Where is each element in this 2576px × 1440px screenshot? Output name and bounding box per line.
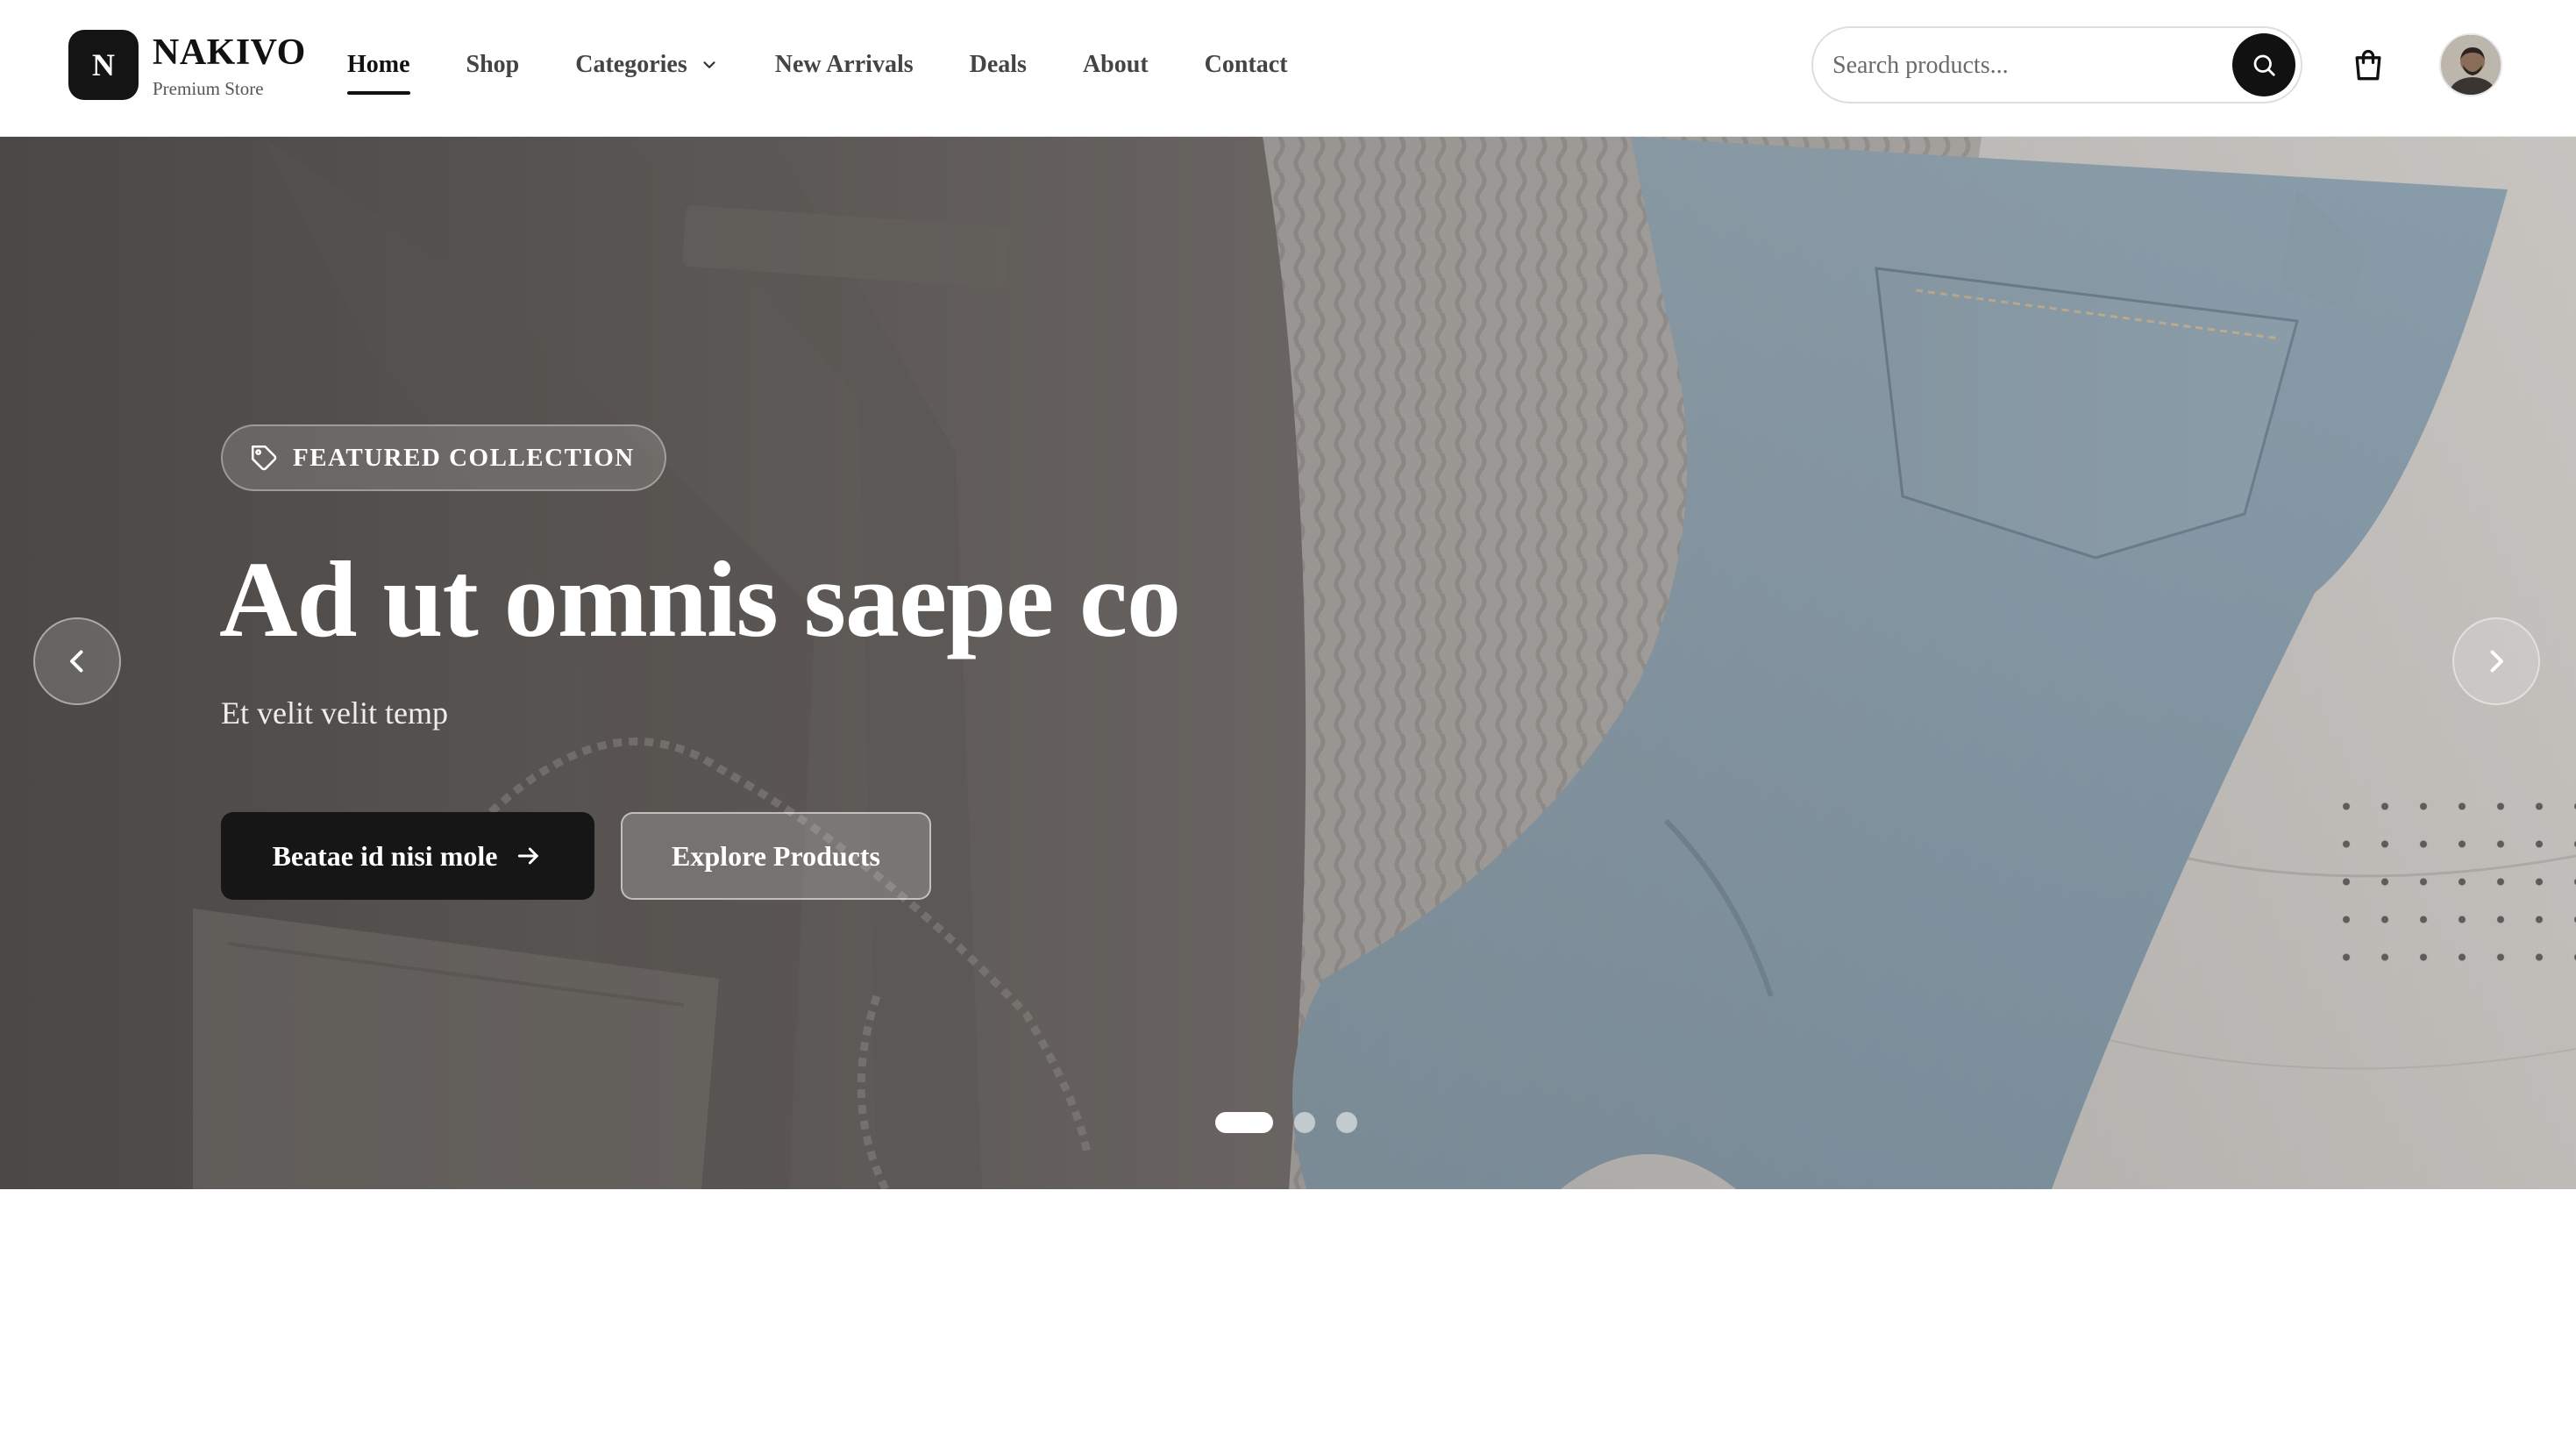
carousel-dot-3[interactable] xyxy=(1336,1112,1357,1133)
carousel-next-button[interactable] xyxy=(2452,617,2540,705)
nav-about[interactable]: About xyxy=(1083,47,1149,82)
chevron-left-icon xyxy=(70,650,83,673)
avatar-image xyxy=(2441,35,2501,95)
hero-primary-button[interactable]: Beatae id nisi mole xyxy=(221,812,594,900)
featured-badge-label: FEATURED COLLECTION xyxy=(293,443,635,472)
shopping-bag-icon xyxy=(2355,49,2381,81)
search-bar xyxy=(1811,26,2302,103)
hero-carousel: FEATURED COLLECTION Ad ut omnis saepe co… xyxy=(0,137,2576,1189)
nav-home[interactable]: Home xyxy=(347,47,410,95)
chevron-right-icon xyxy=(2490,650,2503,673)
site-header: N NAKIVO Premium Store Home Shop Categor… xyxy=(0,0,2576,137)
logo-mark[interactable]: N xyxy=(68,30,139,100)
nav-categories-label: Categories xyxy=(575,51,687,78)
brand-tagline: Premium Store xyxy=(153,78,264,99)
cart-button[interactable] xyxy=(2346,44,2390,88)
carousel-dot-1[interactable] xyxy=(1215,1112,1273,1133)
search-input[interactable] xyxy=(1832,46,2201,86)
tag-icon xyxy=(251,445,277,471)
chevron-down-icon xyxy=(703,61,715,68)
nav-shop[interactable]: Shop xyxy=(466,47,520,82)
explore-products-button[interactable]: Explore Products xyxy=(621,812,931,900)
carousel-indicators xyxy=(1215,1112,1378,1133)
hero-subtitle: Et velit velit temp xyxy=(221,695,448,731)
brand-name[interactable]: NAKIVO xyxy=(153,32,306,74)
main-nav: Home Shop Categories New Arrivals Deals … xyxy=(347,47,1344,95)
nav-contact[interactable]: Contact xyxy=(1205,47,1288,82)
nav-categories[interactable]: Categories xyxy=(575,47,719,82)
decorative-dot-grid xyxy=(2327,788,2576,989)
hero-primary-button-label: Beatae id nisi mole xyxy=(272,839,498,872)
featured-badge: FEATURED COLLECTION xyxy=(221,424,666,491)
nav-deals[interactable]: Deals xyxy=(970,47,1027,82)
hero-title: Ad ut omnis saepe co xyxy=(219,539,1181,659)
search-icon xyxy=(2253,54,2275,76)
search-button[interactable] xyxy=(2232,33,2295,96)
user-avatar[interactable] xyxy=(2439,33,2502,96)
arrow-right-icon xyxy=(518,847,539,865)
carousel-prev-button[interactable] xyxy=(33,617,121,705)
carousel-dot-2[interactable] xyxy=(1294,1112,1315,1133)
content-area xyxy=(0,1189,2576,1440)
nav-new-arrivals[interactable]: New Arrivals xyxy=(775,47,914,82)
